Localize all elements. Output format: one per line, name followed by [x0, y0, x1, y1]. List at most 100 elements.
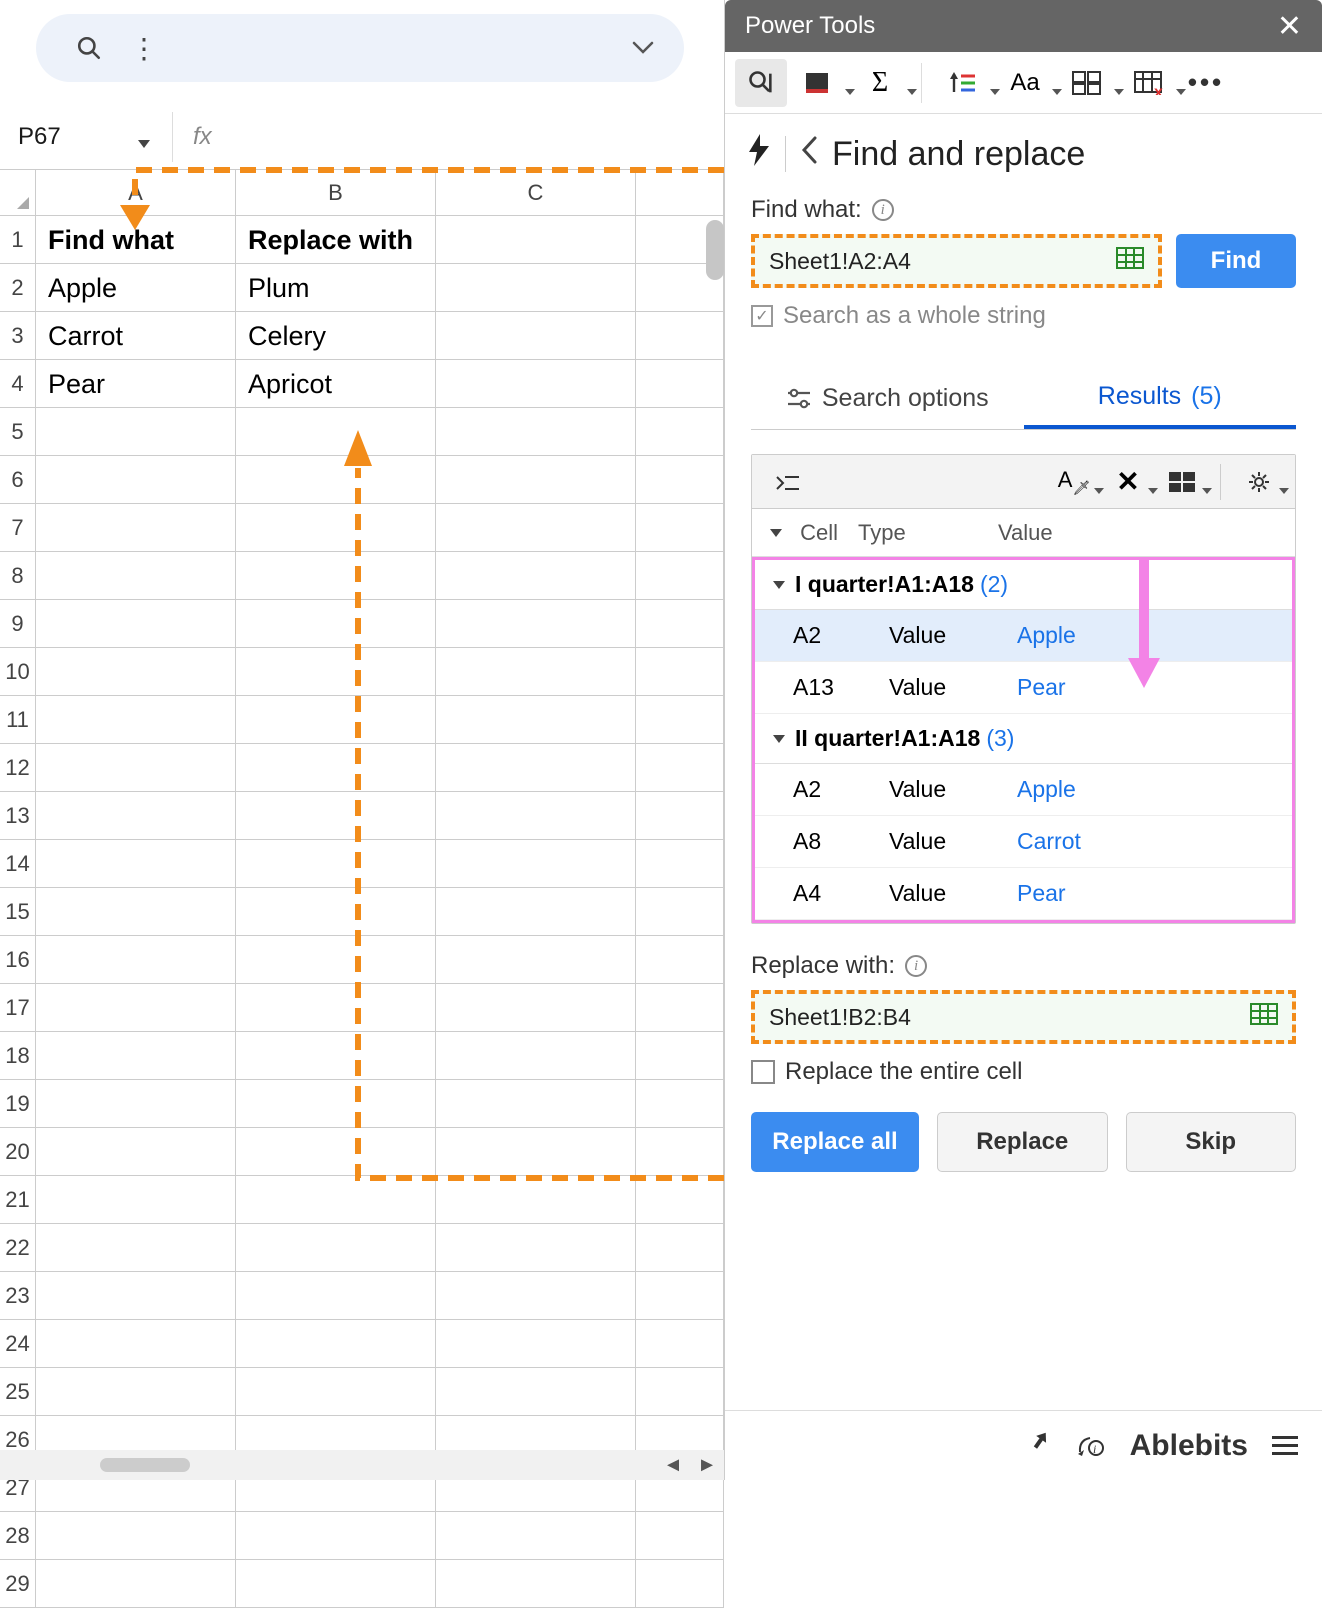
tool-find-icon[interactable] [735, 59, 787, 107]
row-header[interactable]: 3 [0, 312, 36, 360]
search-whole-checkbox[interactable]: ✓ [751, 305, 773, 327]
grid-icon[interactable] [1116, 247, 1144, 275]
cell[interactable] [36, 936, 236, 984]
result-row[interactable]: A2ValueApple [755, 764, 1292, 816]
results-delete-icon[interactable]: ✕ [1104, 458, 1152, 506]
replace-entire-checkbox[interactable] [751, 1060, 775, 1084]
row-header[interactable]: 12 [0, 744, 36, 792]
cell[interactable] [236, 1128, 436, 1176]
horizontal-scrollbar[interactable] [100, 1458, 190, 1472]
replace-all-button[interactable]: Replace all [751, 1112, 919, 1172]
row-header[interactable]: 17 [0, 984, 36, 1032]
cell[interactable] [36, 840, 236, 888]
cell[interactable]: Replace with [236, 216, 436, 264]
cell[interactable] [36, 600, 236, 648]
cell[interactable] [636, 1368, 724, 1416]
cell[interactable] [236, 1368, 436, 1416]
skip-button[interactable]: Skip [1126, 1112, 1297, 1172]
results-gear-icon[interactable] [1235, 458, 1283, 506]
result-row[interactable]: A13ValuePear [755, 662, 1292, 714]
cell[interactable] [436, 1272, 636, 1320]
cell[interactable] [436, 312, 636, 360]
column-header-a[interactable]: A [36, 170, 236, 215]
result-row[interactable]: A4ValuePear [755, 868, 1292, 920]
cell[interactable] [636, 1128, 724, 1176]
cell[interactable] [636, 1320, 724, 1368]
bolt-icon[interactable] [747, 134, 771, 174]
row-header[interactable]: 2 [0, 264, 36, 312]
cell[interactable] [636, 1560, 724, 1608]
row-header[interactable]: 5 [0, 408, 36, 456]
tool-sigma-icon[interactable]: Σ [849, 59, 911, 107]
cell[interactable] [636, 552, 724, 600]
cell[interactable] [636, 696, 724, 744]
cell[interactable] [636, 744, 724, 792]
cell[interactable] [636, 888, 724, 936]
cell[interactable]: Celery [236, 312, 436, 360]
replace-button[interactable]: Replace [937, 1112, 1108, 1172]
info-icon[interactable]: i [905, 955, 927, 977]
row-header[interactable]: 18 [0, 1032, 36, 1080]
cell[interactable] [436, 696, 636, 744]
find-button[interactable]: Find [1176, 234, 1296, 288]
info-icon[interactable]: i [872, 199, 894, 221]
cell[interactable] [436, 1224, 636, 1272]
cell[interactable] [436, 408, 636, 456]
cell[interactable] [636, 312, 724, 360]
tool-more-icon[interactable]: ••• [1180, 59, 1232, 107]
tab-results[interactable]: Results (5) [1024, 368, 1297, 429]
cell[interactable] [236, 840, 436, 888]
find-range-input[interactable]: Sheet1!A2:A4 [751, 234, 1162, 288]
grid-icon[interactable] [1250, 1003, 1278, 1031]
replace-range-input[interactable]: Sheet1!B2:B4 [751, 990, 1296, 1044]
kebab-menu-icon[interactable]: ⋮ [130, 32, 158, 65]
row-header[interactable]: 14 [0, 840, 36, 888]
cell[interactable] [436, 360, 636, 408]
results-font-icon[interactable]: A🗡 [1050, 458, 1098, 506]
cell[interactable] [636, 504, 724, 552]
cell[interactable] [636, 360, 724, 408]
cell[interactable]: Pear [36, 360, 236, 408]
vertical-scrollbar[interactable] [706, 220, 724, 280]
tool-clear-icon[interactable]: x [1118, 59, 1180, 107]
row-header[interactable]: 11 [0, 696, 36, 744]
cell[interactable]: Plum [236, 264, 436, 312]
cell[interactable] [436, 936, 636, 984]
cell[interactable] [436, 840, 636, 888]
cell[interactable] [436, 1080, 636, 1128]
cell[interactable] [636, 408, 724, 456]
cell[interactable] [436, 1032, 636, 1080]
cell[interactable] [236, 1560, 436, 1608]
cell[interactable] [436, 456, 636, 504]
cell[interactable] [436, 1176, 636, 1224]
cell[interactable] [236, 600, 436, 648]
cell[interactable] [636, 1032, 724, 1080]
cell[interactable] [436, 504, 636, 552]
cell[interactable] [236, 744, 436, 792]
cell[interactable] [36, 504, 236, 552]
result-row[interactable]: A2ValueApple [755, 610, 1292, 662]
column-header-c[interactable]: C [436, 170, 636, 215]
row-header[interactable]: 22 [0, 1224, 36, 1272]
cell[interactable] [36, 1512, 236, 1560]
cell[interactable] [236, 696, 436, 744]
cell[interactable] [36, 1080, 236, 1128]
cell[interactable] [636, 1512, 724, 1560]
cell[interactable] [236, 1176, 436, 1224]
tool-cells-icon[interactable] [1056, 59, 1118, 107]
pin-icon[interactable] [1028, 1429, 1052, 1462]
row-header[interactable]: 21 [0, 1176, 36, 1224]
cell[interactable] [36, 552, 236, 600]
cell[interactable] [436, 648, 636, 696]
results-grid-icon[interactable] [1158, 458, 1206, 506]
cell[interactable] [236, 1032, 436, 1080]
cell[interactable] [436, 600, 636, 648]
cell[interactable] [236, 1512, 436, 1560]
cell[interactable] [436, 1368, 636, 1416]
scroll-right-icon[interactable]: ► [690, 1450, 724, 1480]
cell[interactable]: Carrot [36, 312, 236, 360]
cell[interactable] [36, 1224, 236, 1272]
cell[interactable] [36, 1320, 236, 1368]
collapse-icon[interactable] [773, 581, 785, 589]
toolbar-search-pill[interactable]: ⋮ [36, 14, 684, 82]
